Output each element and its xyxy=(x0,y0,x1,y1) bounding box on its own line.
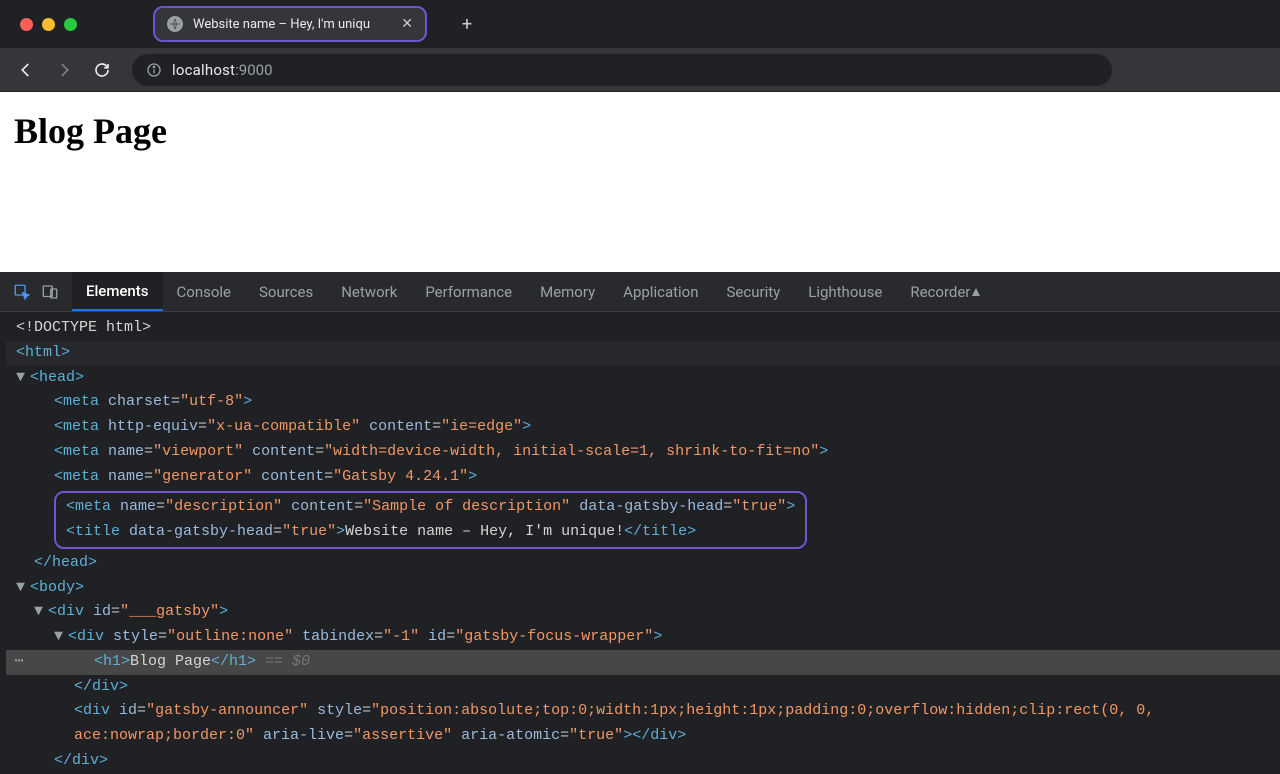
dom-line-div-focus[interactable]: ▼<div style="outline:none" tabindex="-1"… xyxy=(6,625,1280,650)
window-controls xyxy=(20,18,77,31)
dom-line-meta[interactable]: <meta name="viewport" content="width=dev… xyxy=(6,440,1280,465)
site-info-icon[interactable] xyxy=(146,62,162,78)
browser-toolbar: localhost:9000 xyxy=(0,48,1280,92)
devtools-tabs: Elements Console Sources Network Perform… xyxy=(0,272,1280,312)
forward-button[interactable] xyxy=(50,56,78,84)
highlighted-meta-box: <meta name="description" content="Sample… xyxy=(54,491,807,549)
dom-tree[interactable]: <!DOCTYPE html> <html> ▼<head> <meta cha… xyxy=(0,312,1280,774)
page-viewport: Blog Page xyxy=(0,92,1280,272)
dom-line-meta[interactable]: <meta http-equiv="x-ua-compatible" conte… xyxy=(6,415,1280,440)
tab-elements[interactable]: Elements xyxy=(72,272,163,311)
maximize-window-button[interactable] xyxy=(64,18,77,31)
new-tab-button[interactable]: + xyxy=(453,10,481,38)
dom-line-div-gatsby[interactable]: ▼<div id="___gatsby"> xyxy=(6,600,1280,625)
dom-line-html[interactable]: <html> xyxy=(6,341,1280,366)
dom-line-title[interactable]: <title data-gatsby-head="true">Website n… xyxy=(56,520,805,545)
dom-line-head-open[interactable]: ▼<head> xyxy=(6,366,1280,391)
device-toggle-icon[interactable] xyxy=(38,280,62,304)
tab-title: Website name – Hey, I'm uniqu xyxy=(193,17,370,32)
tab-network[interactable]: Network xyxy=(327,272,411,311)
dom-line-gatsby-close[interactable]: </div> xyxy=(6,749,1280,774)
inspect-icon[interactable] xyxy=(10,280,34,304)
devtools-panel: Elements Console Sources Network Perform… xyxy=(0,272,1280,774)
tab-sources[interactable]: Sources xyxy=(245,272,327,311)
tab-performance[interactable]: Performance xyxy=(411,272,526,311)
minimize-window-button[interactable] xyxy=(42,18,55,31)
dom-line-meta[interactable]: <meta charset="utf-8"> xyxy=(6,390,1280,415)
dom-line-meta[interactable]: <meta name="generator" content="Gatsby 4… xyxy=(6,465,1280,490)
browser-tab[interactable]: Website name – Hey, I'm uniqu ✕ xyxy=(153,6,427,42)
close-tab-icon[interactable]: ✕ xyxy=(399,15,415,33)
address-host: localhost:9000 xyxy=(172,61,273,79)
dom-line-focus-close[interactable]: </div> xyxy=(6,675,1280,700)
address-bar[interactable]: localhost:9000 xyxy=(132,54,1112,86)
tab-recorder[interactable]: Recorder xyxy=(896,272,996,311)
close-window-button[interactable] xyxy=(20,18,33,31)
dom-line-head-close[interactable]: </head> xyxy=(6,551,1280,576)
dom-line-announcer-2[interactable]: ace:nowrap;border:0" aria-live="assertiv… xyxy=(6,724,1280,749)
back-button[interactable] xyxy=(12,56,40,84)
globe-icon xyxy=(167,16,183,32)
dom-line-meta-desc[interactable]: <meta name="description" content="Sample… xyxy=(56,495,805,520)
tab-application[interactable]: Application xyxy=(609,272,712,311)
dom-line-h1-selected[interactable]: ⋯<h1>Blog Page</h1> == $0 xyxy=(6,650,1280,675)
tab-lighthouse[interactable]: Lighthouse xyxy=(794,272,896,311)
dom-line-announcer-1[interactable]: <div id="gatsby-announcer" style="positi… xyxy=(6,699,1280,724)
dom-line[interactable]: <!DOCTYPE html> xyxy=(6,316,1280,341)
tab-memory[interactable]: Memory xyxy=(526,272,609,311)
tab-console[interactable]: Console xyxy=(163,272,246,311)
reload-button[interactable] xyxy=(88,56,116,84)
browser-tabstrip: Website name – Hey, I'm uniqu ✕ + xyxy=(0,0,1280,48)
dom-line-body-open[interactable]: ▼<body> xyxy=(6,576,1280,601)
page-heading: Blog Page xyxy=(14,110,1266,152)
tab-security[interactable]: Security xyxy=(713,272,795,311)
